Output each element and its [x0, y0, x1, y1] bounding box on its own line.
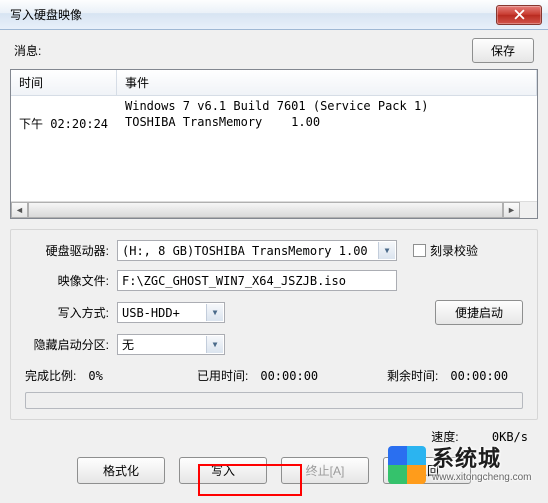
drive-dropdown[interactable]: (H:, 8 GB)TOSHIBA TransMemory 1.00 ▼: [117, 240, 397, 261]
image-label: 映像文件:: [25, 272, 111, 289]
log-event: TOSHIBA TransMemory 1.00: [117, 114, 537, 133]
speed-label: 速度:: [431, 430, 458, 444]
chevron-down-icon: ▼: [378, 242, 395, 259]
elapsed-value: 00:00:00: [260, 369, 318, 383]
close-button[interactable]: [496, 5, 542, 25]
scroll-thumb[interactable]: [28, 202, 503, 218]
progress-stats: 完成比例: 0% 已用时间: 00:00:00 剩余时间: 00:00:00: [25, 367, 523, 384]
hiddenpart-value: 无: [122, 336, 134, 353]
log-panel: 时间 事件 Windows 7 v6.1 Build 7601 (Service…: [10, 69, 538, 219]
complete-label: 完成比例:: [25, 367, 76, 384]
speed-row: 速度: 0KB/s: [10, 428, 538, 445]
drive-label: 硬盘驱动器:: [25, 242, 111, 259]
format-button[interactable]: 格式化: [77, 457, 165, 484]
abort-button: 终止[A]: [281, 457, 369, 484]
drive-row: 硬盘驱动器: (H:, 8 GB)TOSHIBA TransMemory 1.0…: [25, 240, 523, 261]
writemode-row: 写入方式: USB-HDD+ ▼ 便捷启动: [25, 300, 523, 325]
client-area: 消息: 保存 时间 事件 Windows 7 v6.1 Build 7601 (…: [0, 30, 548, 503]
remain-value: 00:00:00: [450, 369, 508, 383]
window-title: 写入硬盘映像: [10, 6, 82, 23]
scroll-left-icon[interactable]: ◄: [11, 202, 28, 218]
writemode-value: USB-HDD+: [122, 306, 180, 320]
log-time: [11, 98, 117, 114]
hiddenpart-dropdown[interactable]: 无 ▼: [117, 334, 225, 355]
close-icon: [514, 9, 525, 20]
log-header: 时间 事件: [11, 70, 537, 96]
column-time[interactable]: 时间: [11, 70, 117, 95]
image-value: F:\ZGC_GHOST_WIN7_X64_JSZJB.iso: [122, 274, 346, 288]
write-button[interactable]: 写入: [179, 457, 267, 484]
speed-value: 0KB/s: [492, 430, 528, 444]
verify-checkbox[interactable]: [413, 244, 426, 257]
scroll-grip: [520, 202, 537, 218]
writemode-label: 写入方式:: [25, 304, 111, 321]
back-button[interactable]: 返回: [383, 457, 471, 484]
scroll-right-icon[interactable]: ►: [503, 202, 520, 218]
button-row: 格式化 写入 终止[A] 返回: [10, 457, 538, 484]
image-row: 映像文件: F:\ZGC_GHOST_WIN7_X64_JSZJB.iso: [25, 270, 523, 291]
titlebar: 写入硬盘映像: [0, 0, 548, 30]
log-row[interactable]: Windows 7 v6.1 Build 7601 (Service Pack …: [11, 98, 537, 114]
horizontal-scrollbar[interactable]: ◄ ►: [11, 201, 537, 218]
hiddenpart-label: 隐藏启动分区:: [25, 336, 111, 353]
drive-value: (H:, 8 GB)TOSHIBA TransMemory 1.00: [122, 244, 368, 258]
verify-checkbox-wrap[interactable]: 刻录校验: [413, 242, 478, 259]
writemode-dropdown[interactable]: USB-HDD+ ▼: [117, 302, 225, 323]
save-button[interactable]: 保存: [472, 38, 534, 63]
message-label: 消息:: [14, 42, 41, 59]
log-time: 下午 02:20:24: [11, 114, 117, 133]
quickboot-button[interactable]: 便捷启动: [435, 300, 523, 325]
column-event[interactable]: 事件: [117, 70, 537, 95]
elapsed-label: 已用时间:: [197, 367, 248, 384]
log-body: Windows 7 v6.1 Build 7601 (Service Pack …: [11, 96, 537, 201]
log-event: Windows 7 v6.1 Build 7601 (Service Pack …: [117, 98, 537, 114]
settings-group: 硬盘驱动器: (H:, 8 GB)TOSHIBA TransMemory 1.0…: [10, 229, 538, 420]
remain-label: 剩余时间:: [387, 367, 438, 384]
image-path-input[interactable]: F:\ZGC_GHOST_WIN7_X64_JSZJB.iso: [117, 270, 397, 291]
log-row[interactable]: 下午 02:20:24 TOSHIBA TransMemory 1.00: [11, 114, 537, 133]
chevron-down-icon: ▼: [206, 304, 223, 321]
progress-bar: [25, 392, 523, 409]
chevron-down-icon: ▼: [206, 336, 223, 353]
hidden-row: 隐藏启动分区: 无 ▼: [25, 334, 523, 355]
verify-label: 刻录校验: [430, 242, 478, 259]
top-row: 消息: 保存: [10, 36, 538, 69]
complete-value: 0%: [88, 369, 102, 383]
